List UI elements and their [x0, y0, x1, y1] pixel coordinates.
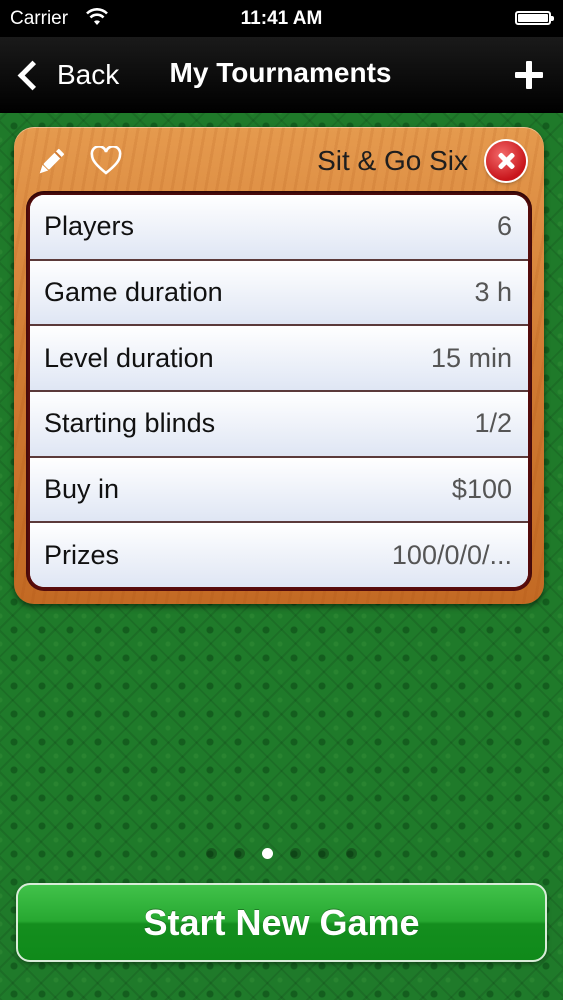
- setting-row-starting-blinds[interactable]: Starting blinds 1/2: [30, 392, 528, 458]
- page-dot: [346, 848, 357, 859]
- setting-label: Starting blinds: [44, 408, 216, 439]
- delete-button[interactable]: [486, 141, 526, 181]
- add-tournament-button[interactable]: [511, 57, 547, 93]
- pencil-icon[interactable]: [34, 145, 68, 179]
- settings-panel: Players 6 Game duration 3 h Level durati…: [26, 191, 532, 591]
- page-dot: [318, 848, 329, 859]
- heart-icon[interactable]: [90, 146, 122, 176]
- setting-value: 15 min: [430, 342, 512, 373]
- setting-row-players[interactable]: Players 6: [30, 195, 528, 261]
- status-time: 11:41 AM: [240, 8, 323, 29]
- page-dot: [290, 848, 301, 859]
- start-new-game-button[interactable]: Start New Game: [16, 883, 547, 962]
- page-dot: [206, 848, 217, 859]
- setting-value: 3 h: [474, 277, 512, 307]
- setting-label: Players: [44, 211, 135, 242]
- tournament-card: Sit & Go Six Players 6 Game duration 3 h…: [14, 127, 544, 604]
- settings-list: Players 6 Game duration 3 h Level durati…: [30, 195, 528, 587]
- setting-value: 1/2: [474, 408, 512, 439]
- tournament-title: Sit & Go Six: [317, 145, 468, 176]
- setting-value: 6: [496, 211, 512, 242]
- setting-label: Game duration: [44, 277, 223, 307]
- setting-row-prizes[interactable]: Prizes 100/0/0/...: [30, 523, 528, 587]
- navigation-bar: Back My Tournaments: [0, 37, 563, 113]
- setting-row-game-duration[interactable]: Game duration 3 h: [30, 260, 528, 327]
- setting-row-level-duration[interactable]: Level duration 15 min: [30, 326, 528, 393]
- battery-icon: [515, 11, 554, 25]
- page-dot: [234, 848, 245, 859]
- start-new-game-label: Start New Game: [143, 901, 420, 943]
- page-title-text: My Tournaments: [169, 57, 392, 88]
- page-title: My Tournaments: [0, 57, 563, 89]
- card-header: Sit & Go Six: [14, 127, 544, 193]
- page-dot-active: [262, 848, 273, 859]
- setting-value: 100/0/0/...: [391, 539, 512, 570]
- setting-value: $100: [451, 474, 512, 505]
- status-bar: Carrier 11:41 AM: [0, 0, 563, 37]
- setting-row-buy-in[interactable]: Buy in $100: [30, 457, 528, 524]
- setting-label: Level duration: [44, 342, 214, 373]
- setting-label: Buy in: [44, 474, 120, 505]
- page-indicator[interactable]: [0, 848, 563, 859]
- setting-label: Prizes: [44, 539, 120, 570]
